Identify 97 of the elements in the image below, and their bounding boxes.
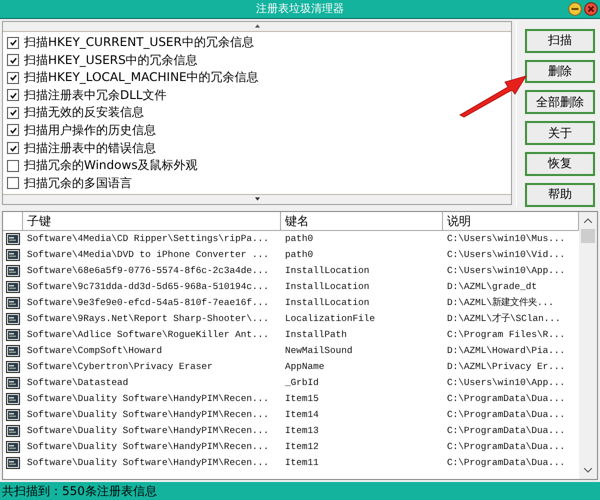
table-cell-text: D:\AZML\新建文件夹... [446, 296, 555, 310]
table-cell-text: C:\Users\win10\App... [446, 377, 566, 388]
table-cell-text: C:\Users\win10\App... [446, 265, 566, 276]
checkbox[interactable] [7, 36, 19, 48]
checkbox[interactable] [7, 160, 19, 172]
action-button[interactable]: 删除 [525, 60, 595, 84]
table-cell-text: InstallLocation [284, 265, 370, 276]
option-label: 扫描用户操作的历史信息 [24, 122, 156, 139]
registry-value-icon [6, 408, 20, 421]
close-button[interactable] [584, 2, 598, 16]
table-cell-text: Item11 [284, 457, 320, 468]
table-cell-text: Software\Cybertron\Privacy Eraser [26, 361, 214, 372]
action-button[interactable]: 恢复 [525, 152, 595, 176]
table-cell-text: Software\9e3fe9e0-efcd-54a5-810f-7eae16f... [26, 297, 270, 308]
table-cell-text: C:\ProgramData\Dua... [446, 425, 566, 436]
table-cell-text: Software\Duality Software\HandyPIM\Recen... [26, 425, 270, 436]
table-cell-text: Software\4Media\DVD to iPhone Converter ... [26, 249, 270, 260]
table-cell-text: C:\ProgramData\Dua... [446, 457, 566, 468]
registry-value-icon [6, 456, 20, 469]
registry-value-icon [6, 328, 20, 341]
table-cell-text: Software\68e6a5f9-0776-5574-8f6c-2c3a4de... [26, 265, 270, 276]
table-cell-text: AppName [284, 361, 326, 372]
table-cell-text: Item14 [284, 409, 320, 420]
scrollbar[interactable] [579, 212, 597, 480]
table-cell-text: Item15 [284, 393, 320, 404]
checkbox[interactable] [7, 89, 19, 102]
registry-value-icon [6, 392, 20, 405]
table-cell-text: C:\ProgramData\Dua... [446, 441, 566, 452]
scroll-up-icon[interactable] [584, 218, 592, 223]
registry-value-icon [6, 296, 20, 309]
registry-value-icon [6, 440, 20, 453]
table-cell-text: Software\Datastead [26, 377, 130, 388]
registry-value-icon [6, 376, 20, 389]
registry-value-icon [6, 424, 20, 437]
table-cell-text: Software\4Media\CD Ripper\Settings\ripPa... [26, 233, 270, 244]
table-cell-text: InstallLocation [284, 297, 370, 308]
table-cell-text: Software\9Rays.Net\Report Sharp-Shooter\... [26, 313, 270, 324]
option-label: 扫描HKEY_USERS中的冗余信息 [24, 52, 198, 69]
table-cell-text: D:\AZML\Privacy Er... [446, 361, 566, 372]
registry-value-icon [6, 312, 20, 325]
table-cell-text: D:\AZML\Howard\Pia... [446, 345, 566, 356]
action-button[interactable]: 帮助 [525, 182, 595, 207]
table-cell-text: LocalizationFile [284, 313, 376, 324]
table-cell-text: Software\Adlice Software\RogueKiller Ant... [26, 329, 270, 340]
table-cell-text: Item12 [284, 441, 320, 452]
registry-value-icon [6, 344, 20, 357]
window-title: 注册表垃圾清理器 [256, 1, 344, 16]
action-button[interactable]: 扫描 [525, 28, 595, 53]
checkbox[interactable] [7, 142, 19, 154]
table-cell-text: path0 [284, 233, 314, 244]
action-button[interactable]: 关于 [525, 121, 595, 146]
registry-value-icon [6, 360, 20, 373]
arrow-drawing [458, 72, 528, 118]
table-cell-text: Item13 [284, 425, 320, 436]
registry-value-icon [6, 232, 20, 245]
option-label: 扫描冗余的Windows及鼠标外观 [24, 157, 198, 174]
table-cell-text: Software\Duality Software\HandyPIM\Recen... [26, 393, 270, 404]
scroll-thumb[interactable] [581, 228, 595, 243]
action-button[interactable]: 全部删除 [525, 90, 595, 114]
option-label: 扫描HKEY_CURRENT_USER中的冗余信息 [24, 34, 254, 51]
option-label: 扫描注册表中的错误信息 [24, 140, 156, 157]
table-cell-text: C:\Program Files\R... [446, 329, 566, 340]
registry-value-icon [6, 280, 20, 293]
table-cell-text: path0 [284, 249, 314, 260]
checkbox[interactable] [7, 106, 19, 119]
up-caret-icon [254, 24, 260, 28]
table-cell-text: C:\ProgramData\Dua... [446, 393, 566, 404]
table-cell-text: _GrbId [284, 377, 320, 388]
column-header[interactable]: 键名 [281, 212, 443, 230]
checkbox[interactable] [7, 72, 19, 84]
table-cell-text: InstallPath [284, 329, 348, 340]
table-cell-text: Software\Duality Software\HandyPIM\Recen... [26, 409, 270, 420]
table-cell-text: Software\Duality Software\HandyPIM\Recen... [26, 441, 270, 452]
table-cell-text: C:\Users\win10\Vid... [446, 249, 566, 260]
registry-value-icon [6, 248, 20, 261]
registry-value-icon [6, 264, 20, 277]
minimize-button[interactable] [568, 2, 582, 16]
option-label: 扫描无效的反安装信息 [24, 104, 144, 122]
checkbox[interactable] [7, 54, 19, 66]
table-cell-text: NewMailSound [284, 345, 354, 356]
status-text: 共扫描到：550条注册表信息 [2, 482, 157, 500]
table-cell-text: C:\ProgramData\Dua... [446, 409, 566, 420]
down-caret-icon [254, 197, 260, 202]
table-cell-text: InstallLocation [284, 281, 370, 292]
column-header[interactable]: 子键 [23, 212, 281, 230]
table-cell-text: Software\9c731dda-dd3d-5d65-968a-510194c... [26, 281, 270, 292]
checkbox[interactable] [7, 124, 19, 136]
table-cell-text: D:\AZML\才子\SClan... [446, 312, 562, 326]
option-label: 扫描HKEY_LOCAL_MACHINE中的冗余信息 [24, 69, 259, 86]
scroll-down-icon[interactable] [584, 468, 592, 474]
table-cell-text: D:\AZML\grade_dt [446, 281, 538, 292]
option-label: 扫描冗余的多国语言 [24, 174, 132, 192]
table-cell-text: C:\Users\win10\Mus... [446, 233, 566, 244]
option-label: 扫描注册表中冗余DLL文件 [24, 86, 167, 104]
checkbox[interactable] [7, 177, 19, 190]
table-cell-text: Software\Duality Software\HandyPIM\Recen... [26, 457, 270, 468]
table-cell-text: Software\CompSoft\Howard [26, 345, 164, 356]
